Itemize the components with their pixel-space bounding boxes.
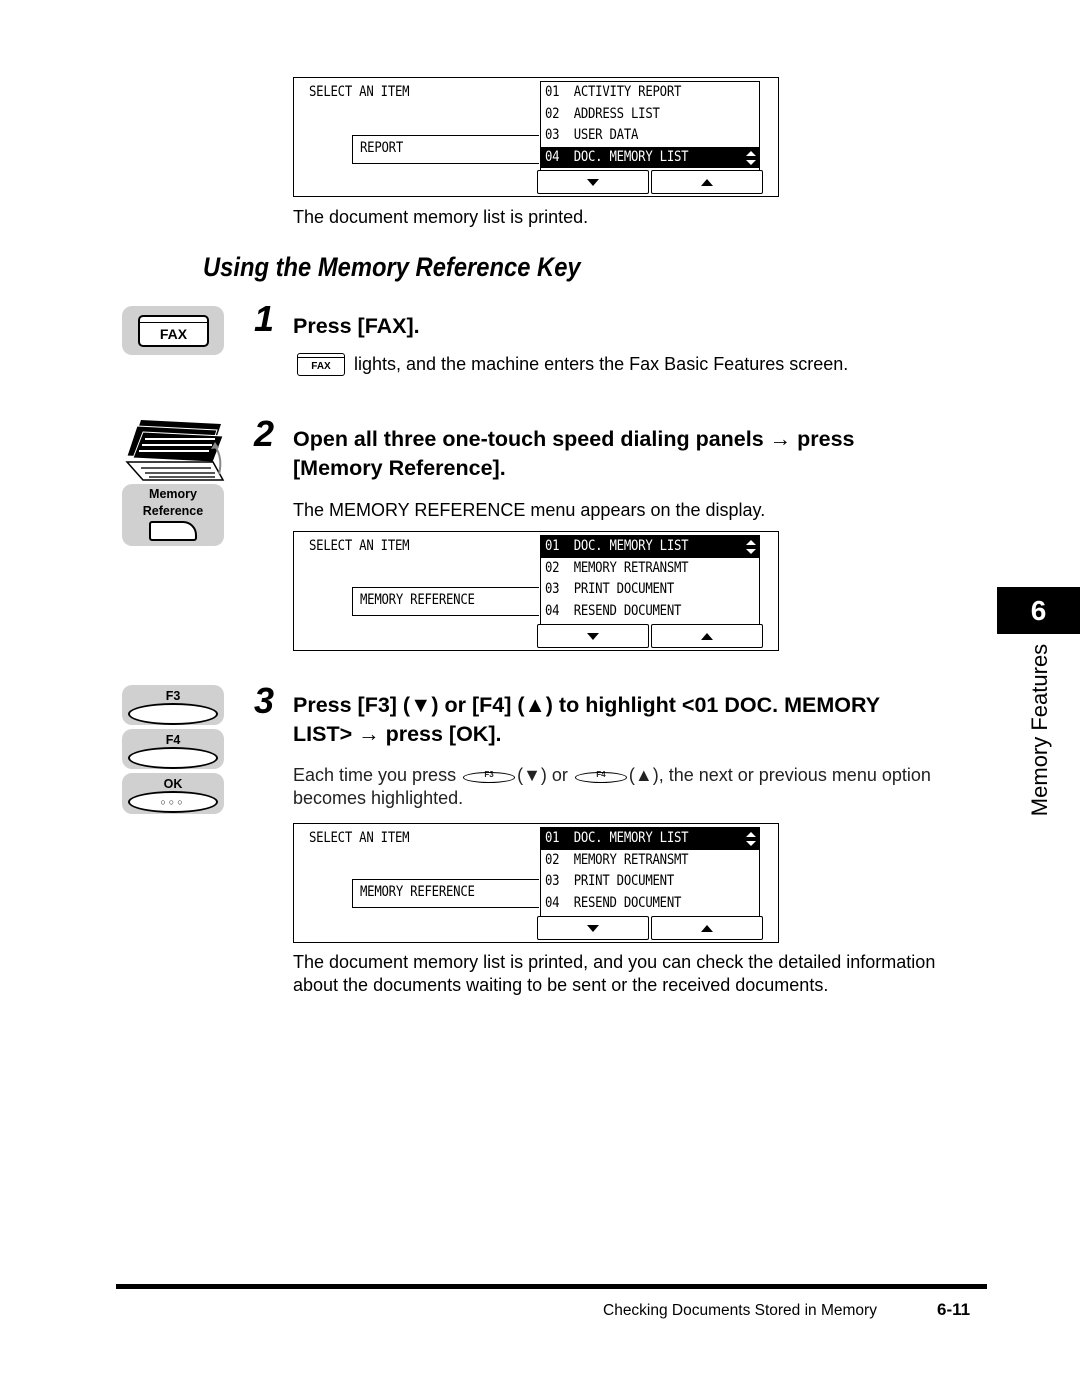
lcd-menu-item-highlighted[interactable]: 04 DOC. MEMORY LIST — [541, 146, 759, 168]
lcd-menu-item[interactable]: 02 MEMORY RETRANSMT — [541, 850, 759, 872]
one-touch-panels-icon — [125, 420, 225, 481]
lcd-menu-item[interactable]: 02 ADDRESS LIST — [541, 104, 759, 126]
section-title: Using the Memory Reference Key — [203, 252, 581, 282]
lcd-down-button[interactable] — [537, 624, 649, 648]
lcd-menu-item[interactable]: 03 PRINT DOCUMENT — [541, 579, 759, 601]
lcd-display-memory-reference-highlighted: SELECT AN ITEM MEMORY REFERENCE 01 DOC. … — [293, 823, 779, 943]
step-number-2: 2 — [254, 413, 275, 454]
lcd-selected-category: MEMORY REFERENCE — [352, 879, 539, 908]
lcd-down-button[interactable] — [537, 916, 649, 940]
scroll-updown-icon — [746, 832, 756, 846]
footer-rule — [116, 1284, 987, 1289]
lcd-selected-category: REPORT — [352, 135, 539, 164]
f3-key-inline-icon: F3 — [461, 765, 517, 785]
lcd-menu-item[interactable]: 03 PRINT DOCUMENT — [541, 871, 759, 893]
caption-top: The document memory list is printed. — [293, 207, 589, 227]
chapter-tab-number[interactable]: 6 — [997, 587, 1080, 634]
triangle-up-icon — [701, 632, 713, 640]
memory-reference-key[interactable] — [149, 521, 197, 541]
f4-key-inline-icon: F4 — [573, 765, 629, 785]
lcd-display-report: SELECT AN ITEM REPORT 01 ACTIVITY REPORT… — [293, 77, 779, 197]
lcd-menu-item-highlighted[interactable]: 01 DOC. MEMORY LIST — [541, 536, 759, 558]
lcd-title: SELECT AN ITEM — [309, 830, 410, 846]
step-3-result: The document memory list is printed, and… — [293, 952, 936, 995]
lcd-menu: 01 ACTIVITY REPORT 02 ADDRESS LIST 03 US… — [540, 81, 760, 170]
fax-key-graphic: FAX — [122, 306, 224, 355]
footer-section-title: Checking Documents Stored in Memory — [603, 1302, 877, 1319]
step-2-description: The MEMORY REFERENCE menu appears on the… — [293, 500, 766, 520]
lcd-up-button[interactable] — [651, 170, 763, 194]
step-number-1: 1 — [254, 298, 275, 339]
f3-key-graphic: F3 — [122, 685, 224, 725]
f4-key[interactable] — [128, 747, 218, 769]
ok-key[interactable]: ○○○ — [128, 791, 218, 813]
lcd-title: SELECT AN ITEM — [309, 84, 410, 100]
step-number-3: 3 — [254, 680, 275, 721]
f3-key[interactable] — [128, 703, 218, 725]
lcd-up-button[interactable] — [651, 916, 763, 940]
lcd-menu-item[interactable]: 04 RESEND DOCUMENT — [541, 893, 759, 915]
fax-key[interactable]: FAX — [138, 315, 209, 347]
lcd-menu-item-highlighted[interactable]: 01 DOC. MEMORY LIST — [541, 828, 759, 850]
step-3-description: Each time you press F3 (▼) or F4 (▲), th… — [293, 765, 931, 808]
lcd-selected-category: MEMORY REFERENCE — [352, 587, 539, 616]
lcd-up-button[interactable] — [651, 624, 763, 648]
lcd-display-memory-reference: SELECT AN ITEM MEMORY REFERENCE 01 DOC. … — [293, 531, 779, 651]
ok-key-graphic: OK ○○○ — [122, 773, 224, 814]
step-2-heading: Open all three one-touch speed dialing p… — [293, 427, 855, 480]
lcd-menu: 01 DOC. MEMORY LIST 02 MEMORY RETRANSMT … — [540, 535, 760, 624]
lcd-down-button[interactable] — [537, 170, 649, 194]
lcd-menu: 01 DOC. MEMORY LIST 02 MEMORY RETRANSMT … — [540, 827, 760, 916]
triangle-down-icon — [587, 924, 599, 932]
chapter-tab-label: Memory Features — [1027, 643, 1052, 817]
scroll-updown-icon — [746, 540, 756, 554]
lcd-menu-item[interactable]: 01 ACTIVITY REPORT — [541, 82, 759, 104]
triangle-up-icon — [701, 924, 713, 932]
triangle-down-icon — [587, 632, 599, 640]
lcd-menu-item[interactable]: 03 USER DATA — [541, 125, 759, 147]
fax-key-inline-icon: FAX — [297, 353, 345, 376]
step-1-description: lights, and the machine enters the Fax B… — [354, 354, 849, 374]
lcd-menu-item[interactable]: 02 MEMORY RETRANSMT — [541, 558, 759, 580]
f4-key-graphic: F4 — [122, 729, 224, 769]
memory-reference-key-graphic: Memory Reference — [122, 484, 224, 546]
triangle-up-icon — [701, 178, 713, 186]
lcd-menu-item[interactable]: 04 RESEND DOCUMENT — [541, 601, 759, 623]
lcd-title: SELECT AN ITEM — [309, 538, 410, 554]
scroll-updown-icon — [746, 150, 756, 165]
page-number: 6-11 — [937, 1300, 971, 1319]
step-1-heading: Press [FAX]. — [293, 314, 420, 338]
triangle-down-icon — [587, 178, 599, 186]
step-3-heading: Press [F3] (▼) or [F4] (▲) to highlight … — [293, 693, 881, 746]
